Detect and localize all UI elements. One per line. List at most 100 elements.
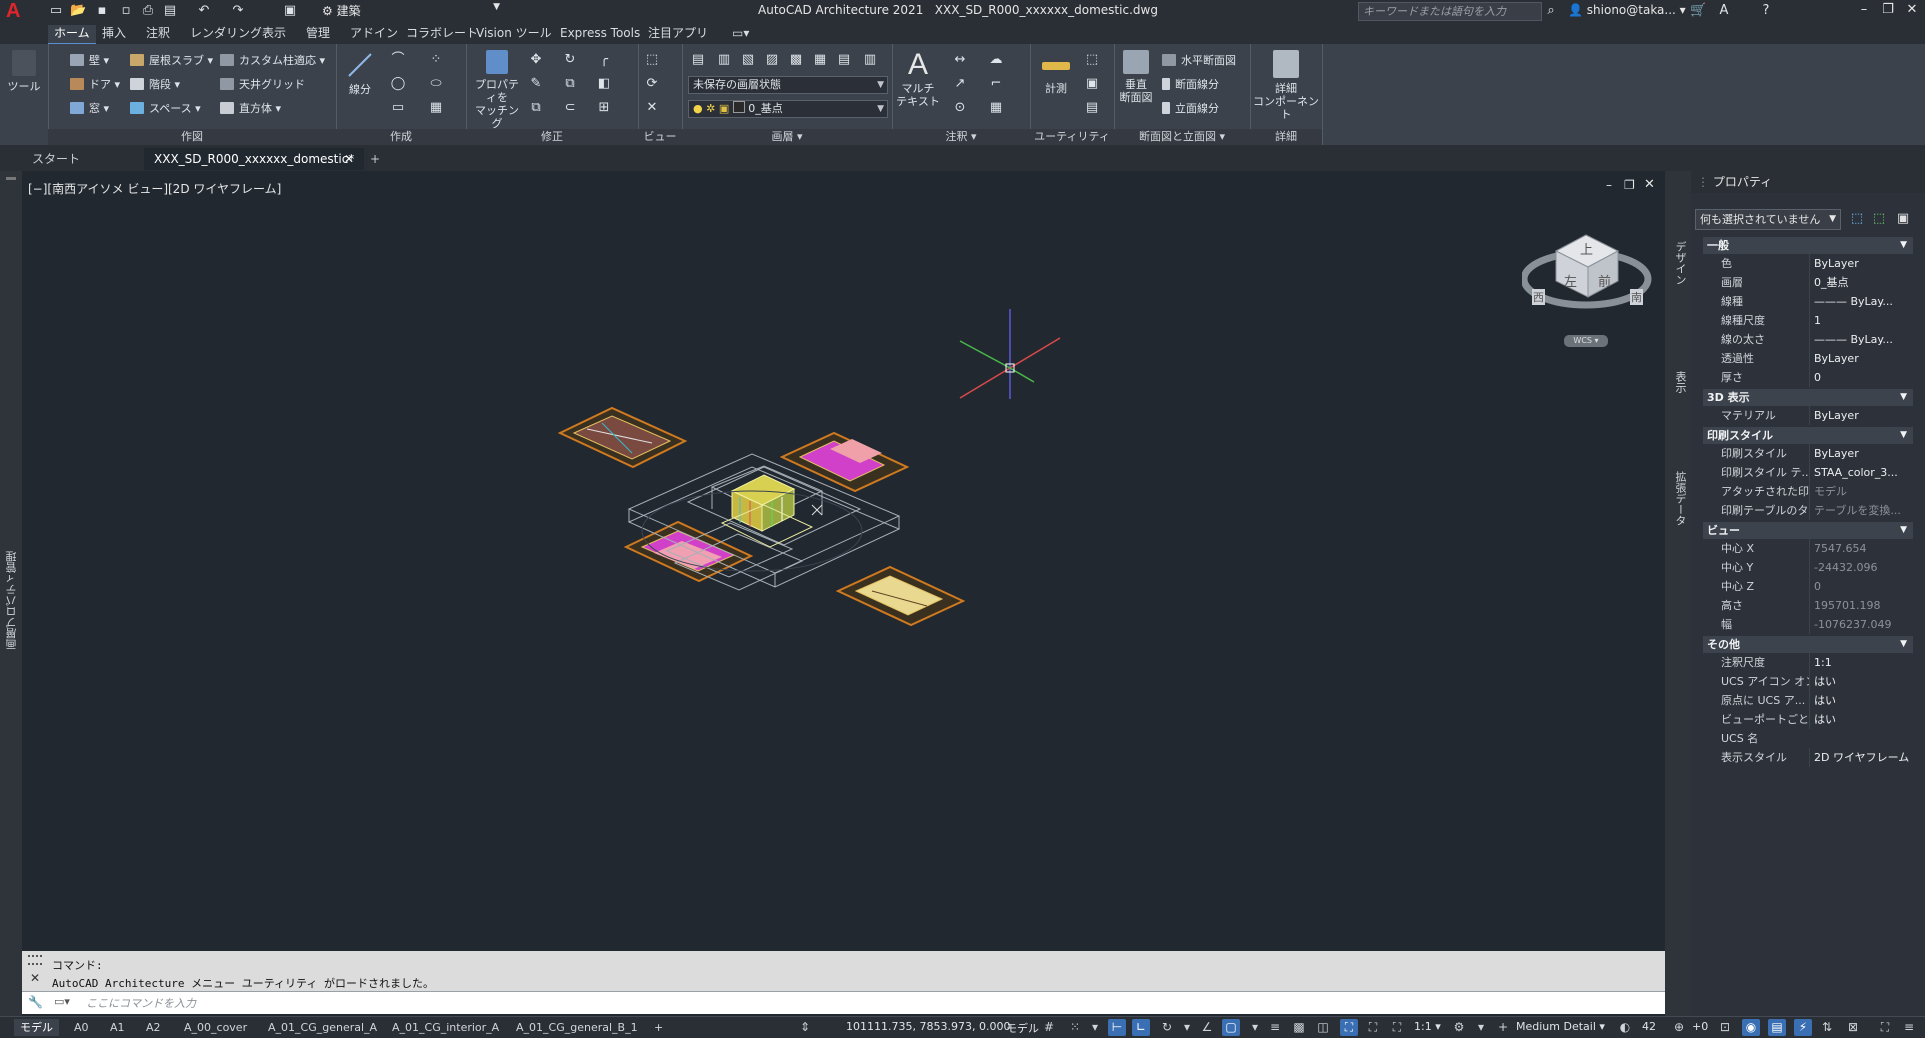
close-tab-icon[interactable]: ✕	[344, 148, 354, 170]
layer-walk-icon[interactable]: ▥	[862, 52, 878, 68]
property-value[interactable]: 2D ワイヤフレーム	[1809, 748, 1913, 767]
tab-annotate[interactable]: 注釈	[140, 25, 176, 43]
property-value[interactable]: はい	[1809, 691, 1913, 710]
property-row[interactable]: マテリアル ByLayer	[1703, 406, 1913, 425]
select-all-icon[interactable]: ▣	[1084, 76, 1100, 92]
undo-icon[interactable]: ↶	[196, 3, 212, 19]
select-objects-icon[interactable]: ⬚	[1871, 211, 1887, 227]
units-icon[interactable]: ⊠	[1844, 1019, 1862, 1036]
quick-select-icon[interactable]: ⬚	[1849, 211, 1865, 227]
search-icon[interactable]: ⌕	[1543, 3, 1559, 19]
tab-insert[interactable]: 挿入	[96, 25, 132, 43]
grid-icon[interactable]: #	[1040, 1019, 1058, 1036]
property-row[interactable]: 色 ByLayer	[1703, 254, 1913, 273]
tab-express-tools[interactable]: Express Tools	[554, 25, 646, 43]
copy-icon[interactable]: ⧉	[562, 76, 578, 92]
grip-icon[interactable]	[28, 955, 42, 965]
property-value[interactable]: 1:1	[1809, 653, 1913, 672]
rotate-icon[interactable]: ↻	[562, 52, 578, 68]
roof-slab-button[interactable]: 屋根スラブ ▾	[130, 52, 213, 68]
fillet-icon[interactable]: ╭	[596, 52, 612, 68]
status-menu-icon[interactable]: ⇕	[796, 1019, 814, 1036]
workspace-switcher[interactable]: ⚙ 建築 ▼	[322, 2, 504, 20]
property-row[interactable]: 線種 ——— ByLay...	[1703, 292, 1913, 311]
hatch-icon[interactable]: ▦	[428, 100, 444, 116]
navigate-icon[interactable]: ⟳	[644, 76, 660, 92]
horizontal-section-button[interactable]: 水平断面図	[1162, 52, 1236, 68]
door-button[interactable]: ドア ▾	[70, 76, 120, 92]
chevron-down-icon[interactable]: ▾	[1178, 1019, 1196, 1036]
plus-icon[interactable]: +	[1494, 1019, 1512, 1036]
offset-icon[interactable]: ⊂	[562, 100, 578, 116]
layer-previous-icon[interactable]: ▤	[836, 52, 852, 68]
ceiling-grid-button[interactable]: 天井グリッド	[220, 76, 305, 92]
layer-lock-icon[interactable]: ▩	[788, 52, 804, 68]
command-input[interactable]: 🔧 ▭▾ ここにコマンドを入力	[22, 991, 1665, 1014]
property-value[interactable]: はい	[1809, 672, 1913, 691]
workspace-gear-icon[interactable]: ⚙	[1450, 1019, 1468, 1036]
custom-grid-button[interactable]: カスタム柱適応 ▾	[220, 52, 325, 68]
isolate-objects-icon[interactable]: ◉	[1742, 1019, 1760, 1036]
recent-commands-icon[interactable]: ▭▾	[54, 995, 70, 1008]
lineweight-icon[interactable]: ≡	[1266, 1019, 1284, 1036]
object-snap-icon[interactable]: ▢	[1222, 1019, 1240, 1036]
model-space-toggle[interactable]: モデル	[1006, 1020, 1039, 1036]
layer-state-dropdown[interactable]: 未保存の画層状態 ▼	[688, 76, 888, 94]
scale-icon[interactable]: ⧉	[528, 100, 544, 116]
window-button[interactable]: 窓 ▾	[70, 100, 109, 116]
panel-title-details[interactable]: 詳細	[1250, 129, 1322, 145]
share-icon[interactable]: ▣	[282, 3, 298, 19]
layout-tab-interior-a[interactable]: A_01_CG_interior_A	[386, 1019, 505, 1036]
panel-title-layers[interactable]: 画層 ▾	[682, 129, 892, 145]
property-row[interactable]: 印刷テーブルのタ...テーブルを変換...	[1703, 501, 1913, 520]
panel-title-modify[interactable]: 修正	[466, 129, 638, 145]
drawing-viewport[interactable]: [−][南西アイソメ ビュー][2D ワイヤフレーム] – ❐ ✕ 上 左 前 …	[22, 171, 1665, 951]
tools-button[interactable]: ツール	[6, 50, 42, 93]
property-section-header[interactable]: ビュー ▼	[1703, 522, 1913, 539]
property-row[interactable]: 中心 Z 0	[1703, 577, 1913, 596]
property-section-header[interactable]: その他 ▼	[1703, 636, 1913, 653]
layer-iso-icon[interactable]: ▥	[716, 52, 732, 68]
property-row[interactable]: ビューポートごとの...はい	[1703, 710, 1913, 729]
coordinates-readout[interactable]: 101111.735, 7853.973, 0.000	[846, 1020, 1010, 1033]
new-icon[interactable]: ▭	[48, 3, 64, 19]
tab-manage[interactable]: 管理	[300, 25, 336, 43]
customize-wrench-icon[interactable]: 🔧	[28, 995, 43, 1009]
cart-icon[interactable]: 🛒	[1690, 3, 1706, 19]
quick-select-icon[interactable]: ⬚	[1084, 52, 1100, 68]
tab-view[interactable]: 表示	[256, 25, 292, 43]
mirror-icon[interactable]: ◧	[596, 76, 612, 92]
layout-tab-general-b1[interactable]: A_01_CG_general_B_1	[510, 1019, 644, 1036]
property-row[interactable]: 中心 X 7547.654	[1703, 539, 1913, 558]
new-tab-button[interactable]: +	[360, 148, 390, 170]
property-value[interactable]: はい	[1809, 710, 1913, 729]
property-value[interactable]: ——— ByLay...	[1809, 292, 1913, 311]
property-value[interactable]: 0_基点	[1809, 273, 1913, 292]
customize-menu-icon[interactable]: ≡	[1900, 1019, 1918, 1036]
zoom-extents-icon[interactable]: ✕	[644, 100, 660, 116]
grip-icon[interactable]	[6, 177, 16, 180]
property-value[interactable]: 0	[1809, 368, 1913, 387]
layer-properties-palette-strip[interactable]: 画層プロパティ管理	[0, 171, 22, 1016]
help-icon[interactable]: ?	[1758, 3, 1774, 19]
detail-component-button[interactable]: 詳細 コンポーネント	[1252, 50, 1320, 121]
auto-scale-icon[interactable]: ⛶	[1364, 1019, 1382, 1036]
panel-toggle-icon[interactable]: ▭▾	[726, 25, 755, 43]
property-row[interactable]: 表示スタイル 2D ワイヤフレーム	[1703, 748, 1913, 767]
open-icon[interactable]: 📂	[70, 3, 86, 19]
restore-button[interactable]: ❐	[1877, 2, 1899, 20]
calculator-icon[interactable]: ▤	[1084, 100, 1100, 116]
property-value[interactable]: 7547.654	[1809, 539, 1913, 558]
new-layout-button[interactable]: +	[648, 1019, 669, 1036]
property-row[interactable]: 印刷スタイル ByLayer	[1703, 444, 1913, 463]
points-icon[interactable]: ⁘	[428, 52, 444, 68]
chevron-down-icon[interactable]: ▾	[1472, 1019, 1490, 1036]
selection-cycling-icon[interactable]: ◫	[1314, 1019, 1332, 1036]
rectangle-icon[interactable]: ▭	[390, 100, 406, 116]
leader-icon[interactable]: ↗	[952, 76, 968, 92]
polar-tracking-icon[interactable]: ↻	[1158, 1019, 1176, 1036]
search-input[interactable]: キーワードまたは語句を入力	[1358, 2, 1542, 21]
hardware-acceleration-icon[interactable]: ▤	[1768, 1019, 1786, 1036]
property-section-header[interactable]: 一般 ▼	[1703, 237, 1913, 254]
property-value[interactable]: ByLayer	[1809, 406, 1913, 425]
